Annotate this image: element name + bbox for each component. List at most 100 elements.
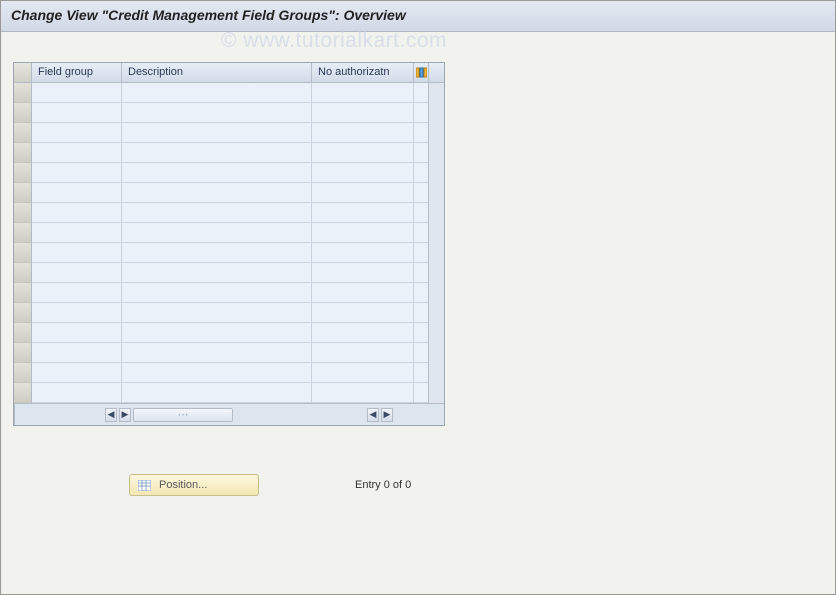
position-button-label: Position... — [159, 479, 207, 491]
toolbar-spacer — [1, 32, 835, 56]
cell-description[interactable] — [122, 363, 312, 383]
cell-no-authorization[interactable] — [312, 203, 414, 223]
cell-padding — [414, 363, 428, 383]
cell-field-group[interactable] — [32, 143, 122, 163]
cell-field-group[interactable] — [32, 203, 122, 223]
row-selector[interactable] — [14, 83, 32, 103]
column-header-field-group[interactable]: Field group — [32, 63, 122, 83]
row-selector[interactable] — [14, 323, 32, 343]
horizontal-scrollbar: ◀ ▶ ⋯ ◀ ▶ — [15, 404, 483, 425]
cell-no-authorization[interactable] — [312, 123, 414, 143]
vertical-scrollbar-track[interactable] — [428, 83, 444, 403]
cell-field-group[interactable] — [32, 223, 122, 243]
cell-padding — [414, 223, 428, 243]
table-row — [14, 243, 444, 263]
cell-field-group[interactable] — [32, 163, 122, 183]
cell-no-authorization[interactable] — [312, 283, 414, 303]
cell-field-group[interactable] — [32, 383, 122, 403]
table-row — [14, 223, 444, 243]
row-selector[interactable] — [14, 183, 32, 203]
cell-description[interactable] — [122, 223, 312, 243]
cell-description[interactable] — [122, 343, 312, 363]
table-footer-row: ◀ ▶ ⋯ ◀ ▶ — [14, 403, 444, 425]
cell-no-authorization[interactable] — [312, 103, 414, 123]
cell-no-authorization[interactable] — [312, 223, 414, 243]
cell-no-authorization[interactable] — [312, 143, 414, 163]
cell-padding — [414, 103, 428, 123]
row-selector[interactable] — [14, 383, 32, 403]
row-selector[interactable] — [14, 203, 32, 223]
scroll-left-button[interactable]: ◀ — [105, 408, 117, 422]
row-selector[interactable] — [14, 223, 32, 243]
cell-padding — [414, 383, 428, 403]
vscroll-corner — [428, 63, 444, 83]
cell-no-authorization[interactable] — [312, 183, 414, 203]
cell-field-group[interactable] — [32, 183, 122, 203]
row-selector[interactable] — [14, 343, 32, 363]
row-selector[interactable] — [14, 243, 32, 263]
position-bar: Position... Entry 0 of 0 — [129, 474, 835, 496]
cell-padding — [414, 303, 428, 323]
cell-description[interactable] — [122, 243, 312, 263]
horizontal-scroll-thumb[interactable]: ⋯ — [133, 408, 233, 422]
cell-description[interactable] — [122, 103, 312, 123]
cell-no-authorization[interactable] — [312, 163, 414, 183]
table-row — [14, 83, 444, 103]
position-button[interactable]: Position... — [129, 474, 259, 496]
cell-description[interactable] — [122, 263, 312, 283]
cell-padding — [414, 163, 428, 183]
cell-description[interactable] — [122, 183, 312, 203]
cell-field-group[interactable] — [32, 83, 122, 103]
column-header-description[interactable]: Description — [122, 63, 312, 83]
table-row — [14, 143, 444, 163]
cell-no-authorization[interactable] — [312, 363, 414, 383]
cell-description[interactable] — [122, 383, 312, 403]
table-row — [14, 103, 444, 123]
scroll-right-button-inner[interactable]: ▶ — [119, 408, 131, 422]
cell-no-authorization[interactable] — [312, 323, 414, 343]
table-row — [14, 283, 444, 303]
cell-field-group[interactable] — [32, 243, 122, 263]
cell-description[interactable] — [122, 323, 312, 343]
row-selector[interactable] — [14, 143, 32, 163]
row-selector[interactable] — [14, 303, 32, 323]
column-header-no-authorization[interactable]: No authorizatn — [312, 63, 414, 83]
scroll-right-button[interactable]: ▶ — [381, 408, 393, 422]
cell-field-group[interactable] — [32, 363, 122, 383]
cell-field-group[interactable] — [32, 343, 122, 363]
table-row — [14, 323, 444, 343]
cell-field-group[interactable] — [32, 103, 122, 123]
cell-description[interactable] — [122, 143, 312, 163]
cell-description[interactable] — [122, 303, 312, 323]
table-settings-button[interactable] — [414, 63, 428, 83]
cell-description[interactable] — [122, 283, 312, 303]
page-title: Change View "Credit Management Field Gro… — [1, 1, 835, 32]
row-selector[interactable] — [14, 363, 32, 383]
cell-description[interactable] — [122, 83, 312, 103]
row-selector[interactable] — [14, 123, 32, 143]
cell-no-authorization[interactable] — [312, 243, 414, 263]
row-selector[interactable] — [14, 283, 32, 303]
cell-no-authorization[interactable] — [312, 383, 414, 403]
select-all-cell[interactable] — [14, 63, 32, 83]
cell-padding — [414, 143, 428, 163]
cell-no-authorization[interactable] — [312, 263, 414, 283]
table-row — [14, 163, 444, 183]
row-selector[interactable] — [14, 163, 32, 183]
scroll-left-button-end[interactable]: ◀ — [367, 408, 379, 422]
table-row — [14, 383, 444, 403]
cell-description[interactable] — [122, 123, 312, 143]
row-selector[interactable] — [14, 263, 32, 283]
cell-field-group[interactable] — [32, 303, 122, 323]
cell-no-authorization[interactable] — [312, 83, 414, 103]
row-selector[interactable] — [14, 103, 32, 123]
cell-no-authorization[interactable] — [312, 303, 414, 323]
table-row — [14, 203, 444, 223]
cell-description[interactable] — [122, 163, 312, 183]
cell-description[interactable] — [122, 203, 312, 223]
cell-no-authorization[interactable] — [312, 343, 414, 363]
cell-field-group[interactable] — [32, 283, 122, 303]
cell-field-group[interactable] — [32, 263, 122, 283]
cell-field-group[interactable] — [32, 123, 122, 143]
cell-field-group[interactable] — [32, 323, 122, 343]
